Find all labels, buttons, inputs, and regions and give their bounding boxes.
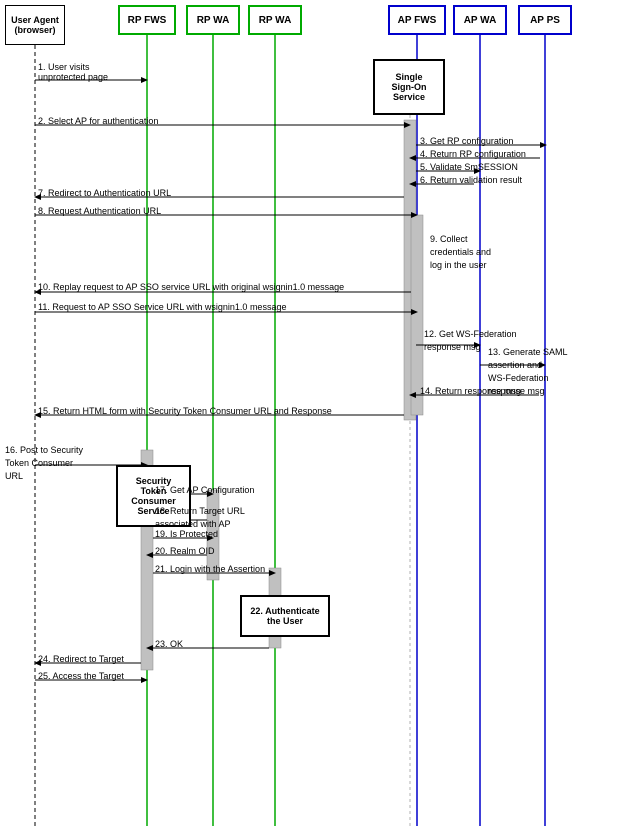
- msg16-label: 16. Post to SecurityToken ConsumerURL: [5, 444, 83, 483]
- sso-service-box: SingleSign-OnService: [373, 59, 445, 115]
- msg23-label: 23. OK: [155, 639, 183, 649]
- msg14-label: 14. Return response msg: [420, 386, 521, 396]
- msg11-label: 11. Request to AP SSO Service URL with w…: [38, 302, 286, 312]
- sequence-diagram: User Agent (browser) RP FWS RP WA RP WA …: [0, 0, 636, 826]
- msg24-label: 24. Redirect to Target: [38, 654, 124, 664]
- msg8-label: 8. Request Authentication URL: [38, 206, 161, 216]
- msg21-label: 21. Login with the Assertion: [155, 564, 265, 574]
- msg7-label: 7. Redirect to Authentication URL: [38, 188, 171, 198]
- msg5-label: 5. Validate SmSESSION: [420, 162, 518, 172]
- lifeline-rpwa1: RP WA: [186, 5, 240, 35]
- msg17-label: 17. Get AP Configuration: [155, 485, 254, 495]
- msg20-label: 20. Realm OID: [155, 546, 215, 556]
- lifeline-apps: AP PS: [518, 5, 572, 35]
- msg25-label: 25. Access the Target: [38, 671, 124, 681]
- msg18-label: 18. Return Target URLassociated with AP: [155, 505, 245, 531]
- msg4-label: 4. Return RP configuration: [420, 149, 526, 159]
- lifeline-apwa: AP WA: [453, 5, 507, 35]
- lifeline-apfws: AP FWS: [388, 5, 446, 35]
- msg10-label: 10. Replay request to AP SSO service URL…: [38, 282, 344, 292]
- lifeline-rpwa2: RP WA: [248, 5, 302, 35]
- msg9-label: 9. Collectcredentials andlog in the user: [430, 233, 491, 272]
- msg1-label: 1. User visitsunprotected page: [38, 62, 108, 82]
- msg15-label: 15. Return HTML form with Security Token…: [38, 406, 332, 416]
- msg3-label: 3. Get RP configuration: [420, 136, 513, 146]
- authenticate-user-box: 22. Authenticatethe User: [240, 595, 330, 637]
- msg19-label: 19. Is Protected: [155, 529, 218, 539]
- msg6-label: 6. Return validation result: [420, 175, 522, 185]
- lifeline-ua: User Agent (browser): [5, 5, 65, 45]
- msg2-label: 2. Select AP for authentication: [38, 116, 158, 126]
- lifeline-rpfws: RP FWS: [118, 5, 176, 35]
